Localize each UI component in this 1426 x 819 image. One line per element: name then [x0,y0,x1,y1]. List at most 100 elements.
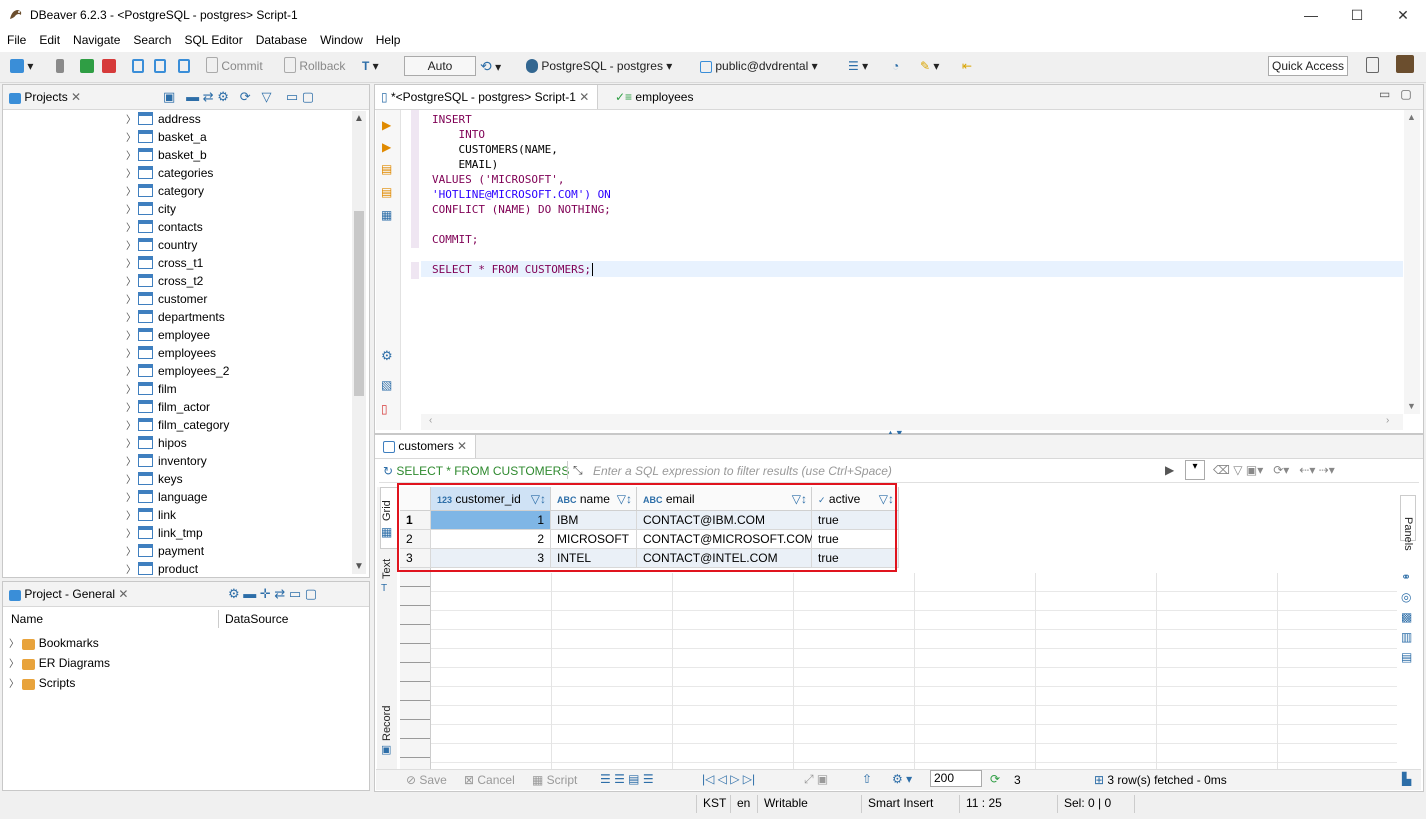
disconnect-icon[interactable] [102,57,116,75]
tree-item-table[interactable]: 〉 address [126,110,201,128]
editor-min-max-icons[interactable]: ▭ ▢ [1379,87,1412,101]
new-script-side-icon[interactable]: ▯ [381,402,388,416]
filter-tools-icons[interactable]: ⌫ ▽ ▣▾ ⟳▾ ⇠▾ ⇢▾ [1213,463,1335,477]
rollback-button[interactable]: Rollback [284,57,345,75]
execute-statement-new-tab-icon[interactable]: ▶ [382,140,391,154]
editor-settings-icon[interactable]: ⚙ [381,348,393,364]
tree-item-table[interactable]: 〉 city [126,200,176,218]
customers-results-tab[interactable]: customers ✕ [375,435,477,458]
menu-sql-editor[interactable]: SQL Editor [177,30,248,47]
tree-item-table[interactable]: 〉 contacts [126,218,203,236]
menu-search[interactable]: Search [126,30,177,47]
tree-item-table[interactable]: 〉 categories [126,164,213,182]
navigation-icons[interactable]: |◁ ◁ ▷ ▷| [702,772,755,786]
dashboard-icon[interactable]: ◔ [892,57,899,75]
scripts-item[interactable]: 〉 Scripts [9,674,110,694]
save-button[interactable]: ⊘ Save [406,773,447,787]
projects-toolbar-icons[interactable]: ▣ ▬ ⇄ ⚙ ⟳ ▽ ▭ ▢ [163,89,314,105]
tree-item-table[interactable]: 〉 link_tmp [126,524,203,542]
panels-tab[interactable]: Panels [1402,517,1414,551]
pin-icon[interactable]: ⇤ [962,57,972,75]
execute-script-icon[interactable]: ▤ [381,162,392,176]
new-script-icon[interactable] [154,57,166,75]
tree-item-table[interactable]: 〉 payment [126,542,204,560]
tree-item-table[interactable]: 〉 inventory [126,452,207,470]
tree-item-table[interactable]: 〉 product [126,560,198,578]
expand-chevron-icon[interactable]: 〉 [126,562,136,580]
execute-script-new-tab-icon[interactable]: ▤ [381,185,392,199]
tree-item-table[interactable]: 〉 departments [126,308,225,326]
menu-navigate[interactable]: Navigate [66,30,126,47]
outline-icon[interactable]: ☰ ▾ [848,57,868,75]
menu-file[interactable]: File [0,30,32,47]
transaction-mode-icon[interactable]: T ▾ [362,57,379,75]
sql-editor-icon[interactable] [132,57,144,75]
script-button[interactable]: ▦ Script [532,773,577,787]
minimize-button[interactable]: — [1288,0,1334,30]
filter-history-dropdown[interactable]: ▾ [1185,460,1205,480]
tree-item-table[interactable]: 〉 cross_t1 [126,254,203,272]
filter-expand-icon[interactable]: ⤡ [573,463,583,478]
open-script-icon[interactable] [178,57,190,75]
invalidate-icon[interactable] [80,57,94,75]
commit-button[interactable]: Commit [206,57,263,75]
tree-item-table[interactable]: 〉 film [126,380,177,398]
menu-database[interactable]: Database [249,30,313,47]
tree-item-table[interactable]: 〉 film_category [126,416,229,434]
tree-item-table[interactable]: 〉 employees [126,344,216,362]
apply-filter-icon[interactable]: ▶ [1165,463,1174,477]
grid-tab[interactable]: Grid [381,500,393,521]
quick-access-input[interactable]: Quick Access [1268,56,1349,76]
editor-horizontal-scrollbar[interactable]: ‹ › [421,414,1403,430]
history-icon[interactable]: ⟲ ▾ [480,57,501,76]
tree-item-table[interactable]: 〉 cross_t2 [126,272,203,290]
projects-scrollbar[interactable]: ▲ ▼ [352,111,366,574]
script-editor-tab[interactable]: ▯ *<PostgreSQL - postgres> Script-1 ✕ [375,85,599,109]
tree-item-table[interactable]: 〉 employee [126,326,210,344]
new-connection-icon[interactable]: ▾ [10,57,33,75]
layout-icons[interactable]: ⤢ ▣ [804,772,828,787]
project-general-tab[interactable]: Project - General ✕ [9,587,128,601]
projects-tab[interactable]: Projects ✕ [9,90,81,104]
menu-edit[interactable]: Edit [32,30,66,47]
tree-item-table[interactable]: 〉 country [126,236,197,254]
menu-window[interactable]: Window [313,30,369,47]
export-icon[interactable]: ▧ [381,378,392,392]
fetch-size-input[interactable]: 200 [930,770,982,787]
tree-item-table[interactable]: 〉 customer [126,290,207,308]
tree-item-table[interactable]: 〉 basket_a [126,128,207,146]
tree-item-table[interactable]: 〉 keys [126,470,183,488]
tree-item-table[interactable]: 〉 language [126,488,207,506]
tree-item-table[interactable]: 〉 film_actor [126,398,210,416]
export-results-icon[interactable]: ⇧ [862,772,872,786]
tree-item-table[interactable]: 〉 link [126,506,176,524]
project-general-toolbar-icons[interactable]: ⚙ ▬ ✛ ⇄ ▭ ▢ [228,586,317,602]
cancel-button[interactable]: ⊠ Cancel [464,773,515,787]
execute-statement-icon[interactable]: ▶ [382,118,391,132]
edit-row-icons[interactable]: ☰ ☰ ▤ ☰ [600,772,654,786]
employees-tab[interactable]: ✓≡ employees [615,90,693,104]
perspective-icon[interactable] [1366,57,1379,75]
menu-help[interactable]: Help [369,30,407,47]
close-button[interactable]: ✕ [1380,0,1426,30]
maximize-button[interactable]: ☐ [1334,0,1380,30]
connection-selector[interactable]: PostgreSQL - postgres ▾ [526,57,672,75]
schema-selector[interactable]: public@dvdrental ▾ [700,57,818,75]
bookmarks-item[interactable]: 〉 Bookmarks [9,634,110,654]
record-tab[interactable]: Record [381,706,393,741]
auto-commit-mode[interactable]: Auto [404,56,476,76]
refresh-icon[interactable]: ⟳ [990,772,1000,786]
explain-plan-icon[interactable]: ▦ [381,208,392,222]
results-settings-icon[interactable]: ⚙ ▾ [892,772,912,786]
tree-item-table[interactable]: 〉 basket_b [126,146,207,164]
sql-code[interactable]: INSERT INTO CUSTOMERS(NAME, EMAIL) VALUE… [432,112,611,277]
text-tab[interactable]: Text [381,559,393,579]
tools-icon[interactable]: ✎ ▾ [920,57,939,75]
toggle-panels-icon[interactable]: ▙ [1402,772,1411,786]
dbeaver-perspective-icon[interactable] [1396,55,1414,75]
tree-item-table[interactable]: 〉 hipos [126,434,187,452]
filter-input[interactable]: Enter a SQL expression to filter results… [593,464,892,478]
connect-icon[interactable] [56,57,64,75]
er-diagrams-item[interactable]: 〉 ER Diagrams [9,654,110,674]
panels-icons[interactable]: ⚭ ◎ ▩ ▥ ▤ [1401,567,1412,667]
